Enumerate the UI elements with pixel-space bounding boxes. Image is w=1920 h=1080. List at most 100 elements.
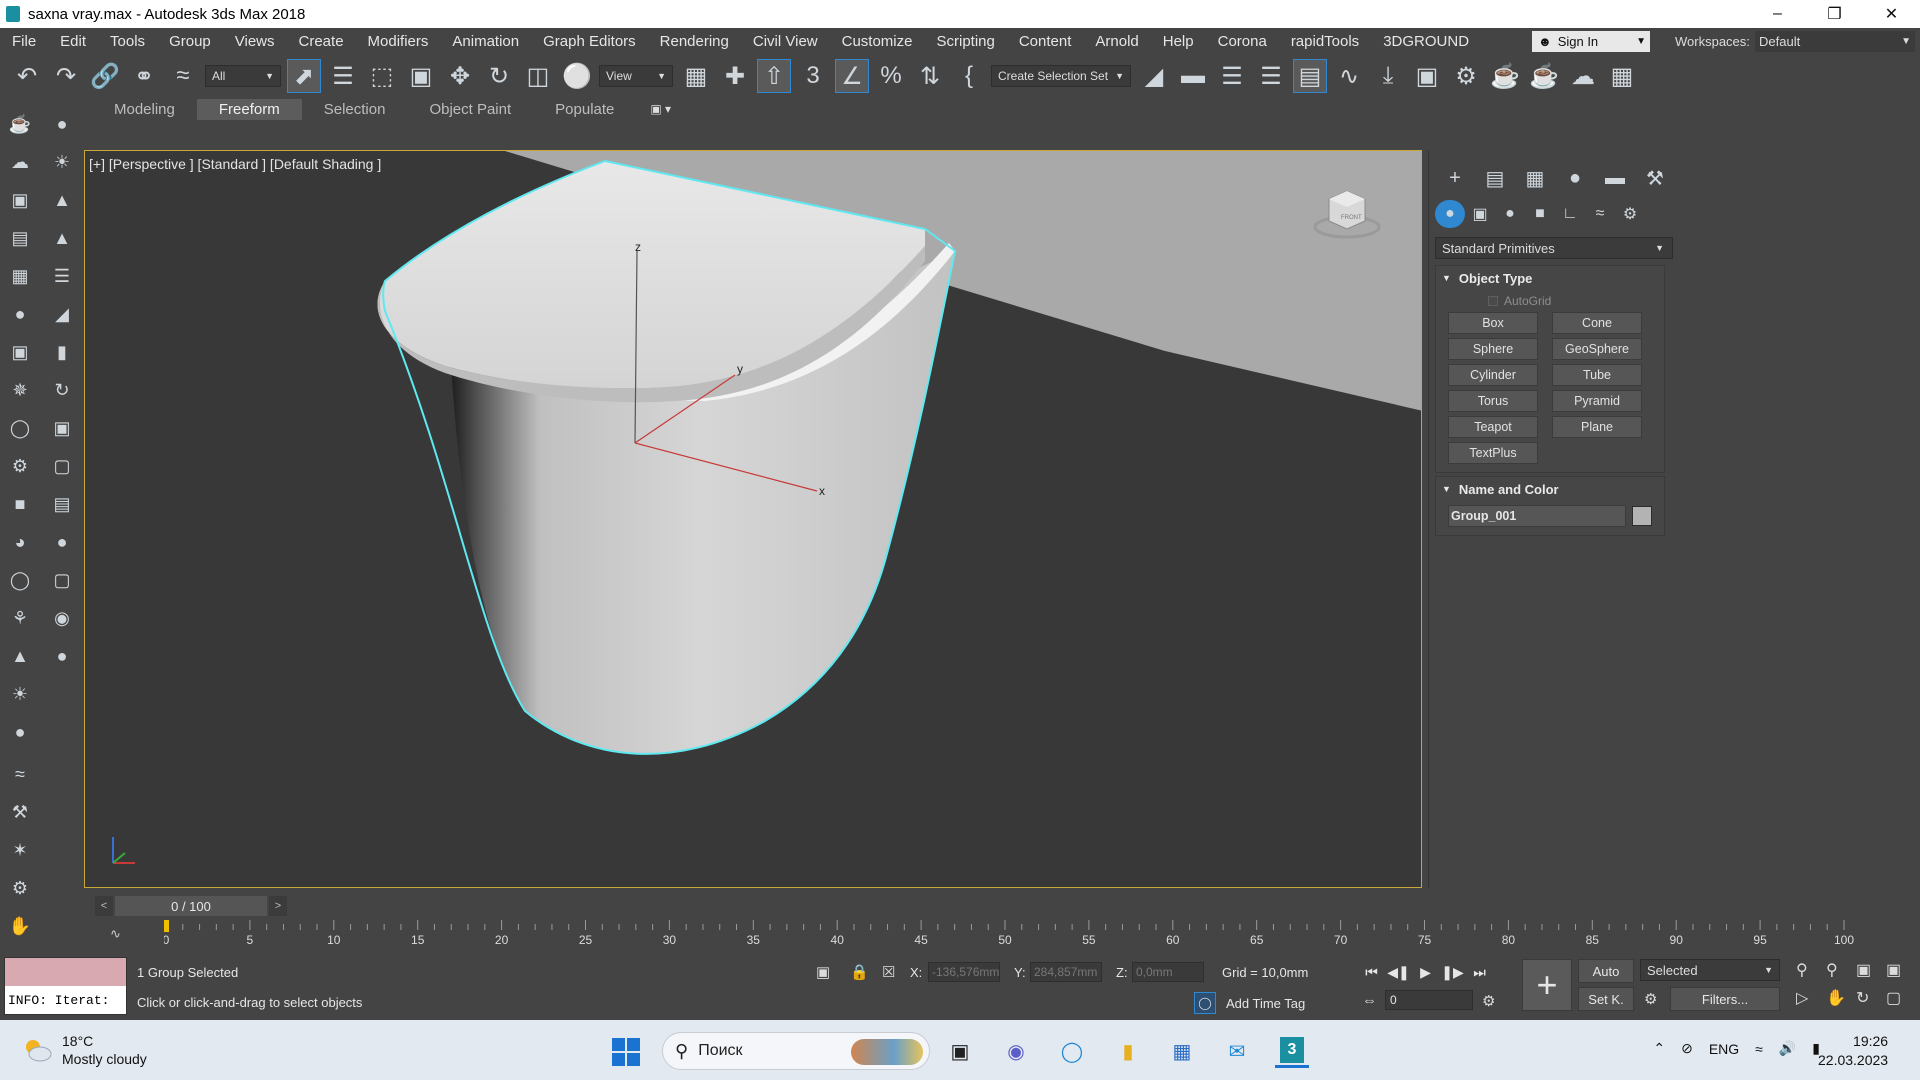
- align-icon[interactable]: ▬: [1176, 59, 1210, 93]
- render-setup-icon[interactable]: ⚙: [1449, 59, 1483, 93]
- scene-icon[interactable]: ▲: [48, 186, 76, 214]
- sheet-icon[interactable]: ▤: [6, 224, 34, 252]
- trackbar[interactable]: ∿ 0 5 10 15 20 25 30 35 40 45 50 55 60 65 70 75 80 85 90 95…: [92, 920, 1920, 950]
- mail-icon[interactable]: ✉: [1220, 1034, 1254, 1068]
- key-filter-dropdown[interactable]: Selected ▼: [1640, 959, 1780, 981]
- wifi-icon[interactable]: ≈: [1755, 1041, 1763, 1057]
- object-type-header[interactable]: ▼ Object Type: [1436, 266, 1664, 290]
- ribbon-options-icon[interactable]: ▣ ▾: [650, 102, 671, 116]
- menu-create[interactable]: Create: [287, 33, 356, 50]
- angle-snap-icon[interactable]: ∠: [835, 59, 869, 93]
- unlink-icon[interactable]: ⚭: [127, 59, 161, 93]
- sun-icon[interactable]: ☀: [48, 148, 76, 176]
- populate-icon[interactable]: ☁: [6, 148, 34, 176]
- shapes-icon[interactable]: ▣: [1465, 200, 1495, 228]
- motion-tab-icon[interactable]: ●: [1555, 164, 1595, 192]
- rendered-frame-window-icon[interactable]: ☕: [1488, 59, 1522, 93]
- scatter-icon[interactable]: ✶: [6, 836, 34, 864]
- menu-edit[interactable]: Edit: [48, 33, 98, 50]
- render-cloud-icon[interactable]: ☁: [1566, 59, 1600, 93]
- mirror-icon[interactable]: ◢: [1137, 59, 1171, 93]
- tab-selection[interactable]: Selection: [302, 99, 408, 120]
- file-explorer-icon[interactable]: ▮: [1111, 1034, 1145, 1068]
- menu-3dground[interactable]: 3DGROUND: [1371, 33, 1481, 50]
- helpers-icon[interactable]: ∟: [1555, 200, 1585, 228]
- go-to-start-icon[interactable]: ⏮: [1358, 960, 1385, 984]
- teams-chat-icon[interactable]: ◉: [999, 1034, 1033, 1068]
- bulb-icon[interactable]: ●: [6, 300, 34, 328]
- hierarchy-tab-icon[interactable]: ▦: [1515, 164, 1555, 192]
- reference-coordinate-dropdown[interactable]: View ▼: [599, 65, 673, 87]
- menu-group[interactable]: Group: [157, 33, 223, 50]
- ribbon-toggle-icon[interactable]: ▤: [1293, 59, 1327, 93]
- dome-icon[interactable]: ◕: [6, 528, 34, 556]
- menu-graph-editors[interactable]: Graph Editors: [531, 33, 648, 50]
- sphere-button[interactable]: Sphere: [1448, 338, 1538, 360]
- helper-icon[interactable]: ✵: [6, 376, 34, 404]
- maxscript-output[interactable]: INFO: Iterat:: [5, 986, 126, 1014]
- hair-icon[interactable]: ≈: [6, 760, 34, 788]
- lights-icon[interactable]: ●: [1495, 200, 1525, 228]
- network-status-icon[interactable]: ⊘: [1681, 1040, 1693, 1057]
- object-color-swatch[interactable]: [1632, 506, 1652, 526]
- zoom-all-icon[interactable]: ⚲: [1826, 960, 1838, 980]
- torus-button[interactable]: Torus: [1448, 390, 1538, 412]
- time-configuration-icon[interactable]: ⚙: [1482, 992, 1495, 1010]
- maxscript-input[interactable]: [5, 958, 126, 986]
- windows-start-button[interactable]: [612, 1038, 640, 1066]
- orbit-view-icon[interactable]: ↻: [1856, 988, 1869, 1008]
- teapot-button[interactable]: Teapot: [1448, 416, 1538, 438]
- pyramid-button[interactable]: Pyramid: [1552, 390, 1642, 412]
- named-selection-set-dropdown[interactable]: Create Selection Set ▼: [991, 65, 1131, 87]
- time-config-arrows-icon[interactable]: ⇔: [1362, 992, 1377, 1009]
- pivot-center-icon[interactable]: ▦: [679, 59, 713, 93]
- keyboard-shortcut-override-icon[interactable]: ⇧: [757, 59, 791, 93]
- next-frame-icon[interactable]: ❚▶: [1439, 960, 1466, 984]
- previous-frame-icon[interactable]: ◀❚: [1385, 960, 1412, 984]
- frame-icon[interactable]: ▢: [48, 452, 76, 480]
- bind-space-warp-icon[interactable]: ≈: [166, 59, 200, 93]
- geosphere-button[interactable]: GeoSphere: [1552, 338, 1642, 360]
- perspective-viewport[interactable]: z y x [+] [Perspective ] [Standard ] [De…: [84, 150, 1422, 888]
- object-name-field[interactable]: Group_001: [1448, 505, 1626, 527]
- taskbar-clock[interactable]: 19:26 22.03.2023: [1818, 1032, 1888, 1070]
- maximize-viewport-icon[interactable]: ▢: [1886, 988, 1901, 1008]
- snaps-toggle-icon[interactable]: 3: [796, 59, 830, 93]
- grid-icon[interactable]: ▦: [6, 262, 34, 290]
- autogrid-checkbox[interactable]: AutoGrid: [1436, 290, 1664, 312]
- zoom-extents-icon[interactable]: ▣: [1856, 960, 1871, 980]
- isolate-selection-icon[interactable]: ▣: [816, 963, 830, 981]
- settings-gear-icon[interactable]: ⚙: [6, 874, 34, 902]
- cone-button[interactable]: Cone: [1552, 312, 1642, 334]
- cylinder-button[interactable]: Cylinder: [1448, 364, 1538, 386]
- textplus-button[interactable]: TextPlus: [1448, 442, 1538, 464]
- window-crossing-icon[interactable]: ▣: [404, 59, 438, 93]
- minimize-button[interactable]: –: [1749, 0, 1806, 28]
- percent-snap-icon[interactable]: %: [874, 59, 908, 93]
- box-icon[interactable]: ■: [6, 490, 34, 518]
- menu-help[interactable]: Help: [1151, 33, 1206, 50]
- key-filters-button[interactable]: Filters...: [1670, 987, 1780, 1011]
- sphere-icon[interactable]: ◯: [6, 414, 34, 442]
- layer-icon[interactable]: ▣: [48, 414, 76, 442]
- select-by-name-icon[interactable]: ☰: [326, 59, 360, 93]
- field-of-view-icon[interactable]: ▷: [1796, 988, 1808, 1008]
- tab-freeform[interactable]: Freeform: [196, 98, 302, 120]
- tab-populate[interactable]: Populate: [533, 99, 636, 120]
- select-manipulate-icon[interactable]: ✚: [718, 59, 752, 93]
- viewport-label[interactable]: [+] [Perspective ] [Standard ] [Default …: [89, 156, 381, 172]
- menu-file[interactable]: File: [0, 33, 48, 50]
- camera-icon[interactable]: ▣: [6, 338, 34, 366]
- sunlight-icon[interactable]: ☀: [6, 680, 34, 708]
- menu-content[interactable]: Content: [1007, 33, 1084, 50]
- eye-icon[interactable]: ◉: [48, 604, 76, 632]
- tab-modeling[interactable]: Modeling: [92, 99, 197, 120]
- create-tab-plus-icon[interactable]: +: [1435, 164, 1475, 192]
- current-frame-field[interactable]: 0: [1385, 990, 1473, 1010]
- edit-named-selection-icon[interactable]: {: [952, 59, 986, 93]
- menu-arnold[interactable]: Arnold: [1083, 33, 1150, 50]
- show-hidden-icons-chevron-icon[interactable]: ⌃: [1653, 1040, 1665, 1057]
- name-and-color-header[interactable]: ▼ Name and Color: [1436, 477, 1664, 501]
- rectangular-selection-icon[interactable]: ⬚: [365, 59, 399, 93]
- selection-lock-icon[interactable]: 🔒: [850, 963, 869, 981]
